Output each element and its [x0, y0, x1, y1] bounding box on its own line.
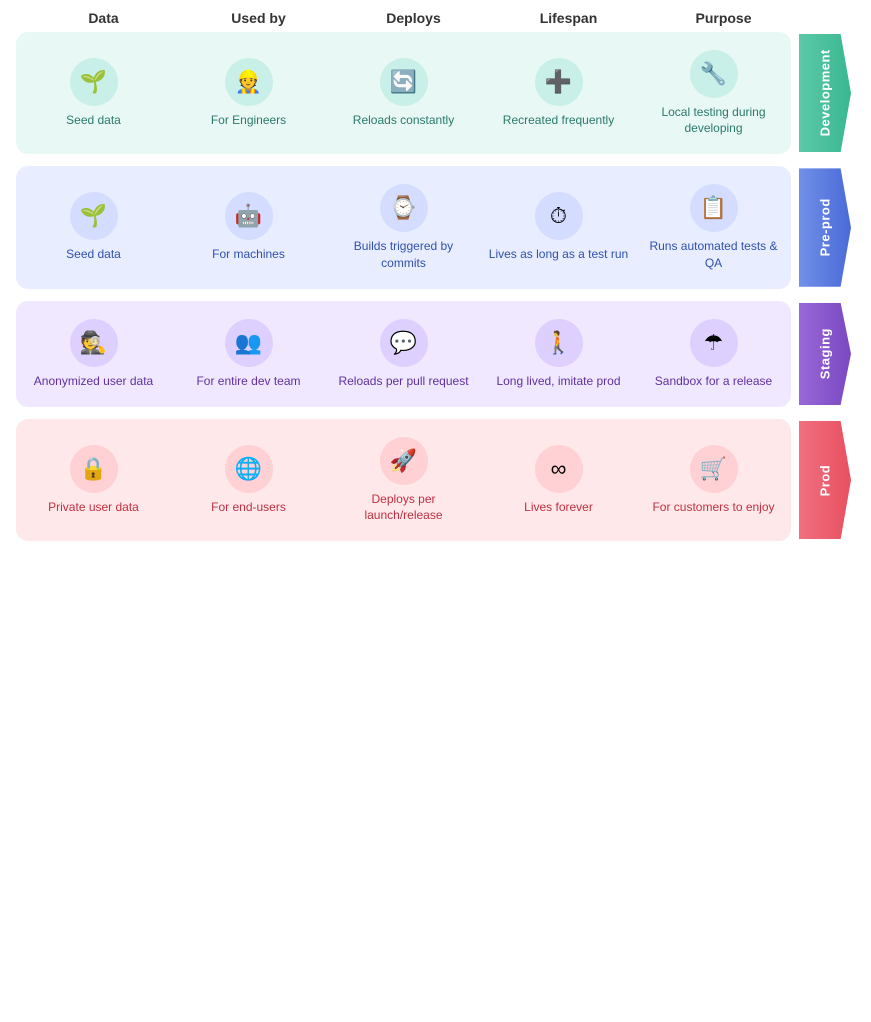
staging-cell-4: ☂ Sandbox for a release: [636, 309, 791, 399]
prod-icon-1: 🌐: [225, 445, 273, 493]
column-header-data: Data: [26, 10, 181, 26]
prod-cell-2: 🚀 Deploys per launch/release: [326, 427, 481, 533]
prod-label-4: For customers to enjoy: [652, 499, 774, 515]
dev-arrow-text: Development: [799, 34, 851, 152]
dev-icon-4: 🔧: [690, 50, 738, 98]
staging-icon-1: 👥: [225, 319, 273, 367]
test-grid: 🌱 Seed data 🤖 For machines ⌚ Builds triggered…: [16, 166, 791, 288]
test-arrow-text: Pre-prod: [799, 168, 851, 286]
test-label-3: Lives as long as a test run: [489, 246, 628, 262]
dev-cell-1: 👷 For Engineers: [171, 40, 326, 146]
staging-label-2: Reloads per pull request: [338, 373, 468, 389]
main-table: DataUsed byDeploysLifespanPurpose 🌱 Seed …: [0, 0, 871, 557]
staging-label-1: For entire dev team: [196, 373, 300, 389]
dev-icon-0: 🌱: [70, 58, 118, 106]
dev-label-3: Recreated frequently: [503, 112, 614, 128]
staging-arrow: Staging: [799, 303, 851, 405]
prod-icon-3: ∞: [535, 445, 583, 493]
staging-grid: 🕵 Anonymized user data 👥 For entire dev tea…: [16, 301, 791, 407]
dev-icon-2: 🔄: [380, 58, 428, 106]
staging-cell-2: 💬 Reloads per pull request: [326, 309, 481, 399]
dev-cell-0: 🌱 Seed data: [16, 40, 171, 146]
column-header-purpose: Purpose: [646, 10, 801, 26]
staging-cell-3: 🚶 Long lived, imitate prod: [481, 309, 636, 399]
staging-arrow-text: Staging: [799, 303, 851, 405]
test-label-1: For machines: [212, 246, 285, 262]
prod-cell-4: 🛒 For customers to enjoy: [636, 427, 791, 533]
test-cell-1: 🤖 For machines: [171, 174, 326, 280]
staging-cell-0: 🕵 Anonymized user data: [16, 309, 171, 399]
section-dev: 🌱 Seed data 👷 For Engineers 🔄 Reloads constan…: [16, 32, 855, 154]
prod-cell-0: 🔒 Private user data: [16, 427, 171, 533]
prod-cell-3: ∞ Lives forever: [481, 427, 636, 533]
column-header-used-by: Used by: [181, 10, 336, 26]
dev-cell-4: 🔧 Local testing during developing: [636, 40, 791, 146]
test-cell-0: 🌱 Seed data: [16, 174, 171, 280]
dev-cell-2: 🔄 Reloads constantly: [326, 40, 481, 146]
section-test: 🌱 Seed data 🤖 For machines ⌚ Builds triggered…: [16, 166, 855, 288]
dev-icon-3: ➕: [535, 58, 583, 106]
column-headers: DataUsed byDeploysLifespanPurpose: [26, 10, 855, 26]
staging-cell-1: 👥 For entire dev team: [171, 309, 326, 399]
staging-icon-3: 🚶: [535, 319, 583, 367]
section-prod: 🔒 Private user data 🌐 For end-users 🚀 Deploys…: [16, 419, 855, 541]
column-header-lifespan: Lifespan: [491, 10, 646, 26]
test-icon-2: ⌚: [380, 184, 428, 232]
test-label-4: Runs automated tests & QA: [642, 238, 785, 270]
prod-icon-0: 🔒: [70, 445, 118, 493]
dev-label-1: For Engineers: [211, 112, 286, 128]
test-icon-4: 📋: [690, 184, 738, 232]
section-staging: 🕵 Anonymized user data 👥 For entire dev tea…: [16, 301, 855, 407]
test-cell-2: ⌚ Builds triggered by commits: [326, 174, 481, 280]
test-cell-3: ⏱ Lives as long as a test run: [481, 174, 636, 280]
dev-cell-3: ➕ Recreated frequently: [481, 40, 636, 146]
staging-label-3: Long lived, imitate prod: [496, 373, 620, 389]
staging-label-4: Sandbox for a release: [655, 373, 772, 389]
prod-label-1: For end-users: [211, 499, 286, 515]
dev-arrow: Development: [799, 34, 851, 152]
staging-icon-2: 💬: [380, 319, 428, 367]
prod-cell-1: 🌐 For end-users: [171, 427, 326, 533]
test-icon-0: 🌱: [70, 192, 118, 240]
staging-side-label: Staging: [795, 301, 855, 407]
prod-arrow: Prod: [799, 421, 851, 539]
staging-label-0: Anonymized user data: [34, 373, 153, 389]
prod-side-label: Prod: [795, 419, 855, 541]
test-label-0: Seed data: [66, 246, 121, 262]
test-side-label: Pre-prod: [795, 166, 855, 288]
dev-icon-1: 👷: [225, 58, 273, 106]
dev-side-label: Development: [795, 32, 855, 154]
test-icon-1: 🤖: [225, 192, 273, 240]
dev-label-0: Seed data: [66, 112, 121, 128]
staging-icon-4: ☂: [690, 319, 738, 367]
dev-label-2: Reloads constantly: [353, 112, 454, 128]
column-header-deploys: Deploys: [336, 10, 491, 26]
staging-icon-0: 🕵: [70, 319, 118, 367]
prod-grid: 🔒 Private user data 🌐 For end-users 🚀 Deploys…: [16, 419, 791, 541]
dev-label-4: Local testing during developing: [642, 104, 785, 136]
test-cell-4: 📋 Runs automated tests & QA: [636, 174, 791, 280]
test-icon-3: ⏱: [535, 192, 583, 240]
prod-label-3: Lives forever: [524, 499, 593, 515]
prod-icon-2: 🚀: [380, 437, 428, 485]
prod-icon-4: 🛒: [690, 445, 738, 493]
prod-label-2: Deploys per launch/release: [332, 491, 475, 523]
dev-grid: 🌱 Seed data 👷 For Engineers 🔄 Reloads constan…: [16, 32, 791, 154]
prod-label-0: Private user data: [48, 499, 139, 515]
test-arrow: Pre-prod: [799, 168, 851, 286]
prod-arrow-text: Prod: [799, 421, 851, 539]
test-label-2: Builds triggered by commits: [332, 238, 475, 270]
